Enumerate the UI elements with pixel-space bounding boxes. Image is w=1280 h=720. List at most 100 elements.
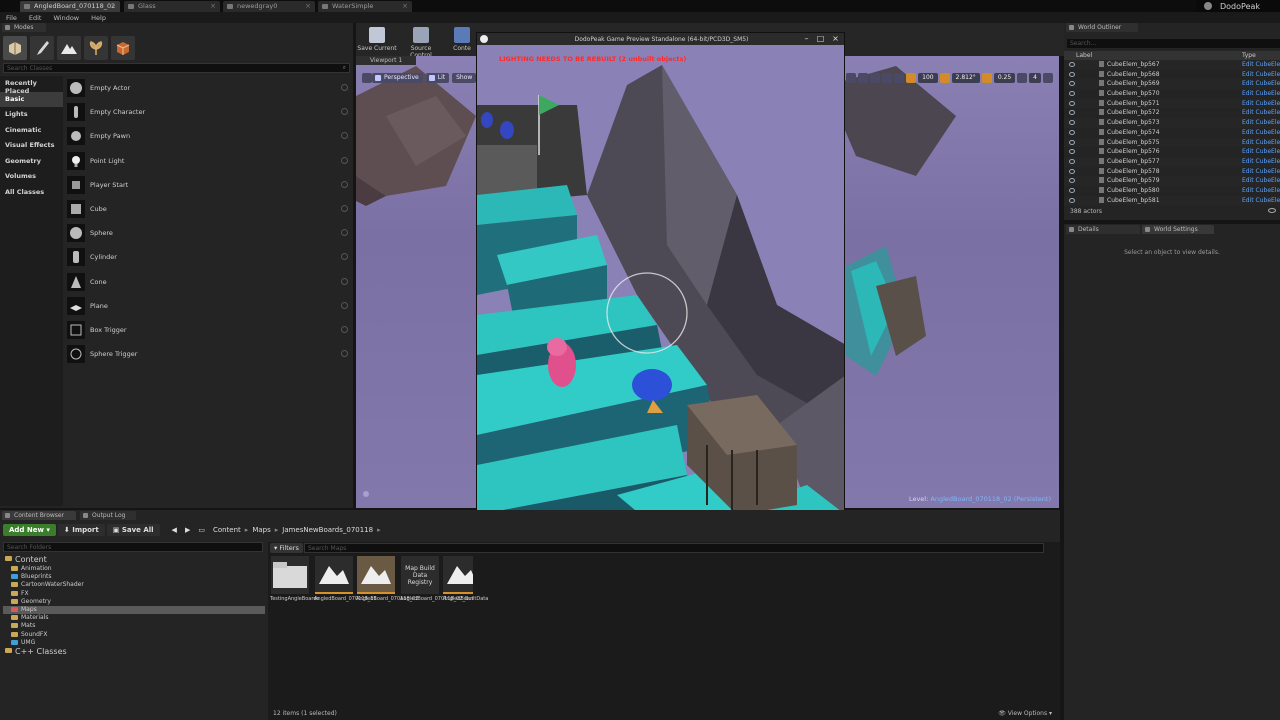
place-box-trigger[interactable]: Box Trigger bbox=[64, 318, 353, 342]
source-control-button[interactable]: Source Control bbox=[400, 25, 442, 59]
category-recently-placed[interactable]: Recently Placed bbox=[0, 76, 63, 95]
assets-search-input[interactable]: Search Maps bbox=[304, 543, 1044, 553]
eye-icon[interactable] bbox=[1069, 110, 1075, 116]
folder-tree-item[interactable]: SoundFX bbox=[3, 631, 265, 639]
save-all-button[interactable]: ▣ Save All bbox=[106, 523, 160, 536]
place-player-start[interactable]: Player Start bbox=[64, 173, 353, 197]
eye-icon[interactable] bbox=[1069, 91, 1075, 97]
asset-map-0[interactable]: AngledBoard_070118_0 bbox=[443, 556, 473, 616]
menu-window[interactable]: Window bbox=[47, 12, 85, 23]
place-empty-actor[interactable]: Empty Actor bbox=[64, 76, 353, 100]
outliner-search-input[interactable]: Search... bbox=[1067, 39, 1280, 48]
breadcrumb-content[interactable]: Content bbox=[209, 526, 245, 534]
tab-world-outliner[interactable]: World Outliner bbox=[1066, 23, 1138, 32]
help-icon[interactable] bbox=[341, 108, 348, 116]
category-all-classes[interactable]: All Classes bbox=[0, 185, 63, 201]
eye-icon[interactable] bbox=[1069, 129, 1075, 135]
asset-map-02[interactable]: AngledBoard_070118_02 bbox=[356, 556, 419, 616]
world-local-icon[interactable] bbox=[882, 73, 893, 83]
paint-mode-button[interactable] bbox=[30, 36, 54, 60]
close-icon[interactable]: × bbox=[110, 2, 116, 10]
save-current-button[interactable]: Save Current bbox=[356, 25, 398, 55]
menu-help[interactable]: Help bbox=[85, 12, 112, 23]
folder-search-input[interactable]: Search Folders bbox=[3, 542, 263, 552]
outliner-row[interactable]: CubeElem_bp568 Edit CubeEle bbox=[1064, 70, 1280, 80]
surface-snap-icon[interactable] bbox=[894, 73, 905, 83]
back-icon[interactable]: ◀ bbox=[168, 526, 181, 534]
folder-tree-item[interactable]: Animation bbox=[3, 565, 265, 573]
folder-tree-item[interactable]: Geometry bbox=[3, 598, 265, 606]
rotate-icon[interactable] bbox=[858, 73, 869, 83]
help-icon[interactable] bbox=[341, 277, 348, 285]
outliner-row[interactable]: CubeElem_bp576 Edit CubeEle bbox=[1064, 147, 1280, 157]
outliner-row[interactable]: CubeElem_bp575 Edit CubeEle bbox=[1064, 137, 1280, 148]
import-button[interactable]: ⬇ Import bbox=[57, 523, 105, 536]
tab-content-browser[interactable]: Content Browser bbox=[2, 511, 76, 520]
actor-type-link[interactable]: Edit CubeEle bbox=[1242, 187, 1280, 194]
actor-type-link[interactable]: Edit CubeEle bbox=[1242, 148, 1280, 155]
folder-tree-item[interactable]: Materials bbox=[3, 614, 265, 622]
add-new-button[interactable]: Add New ▾ bbox=[3, 523, 56, 536]
actor-type-link[interactable]: Edit CubeEle bbox=[1242, 90, 1280, 97]
tab-glass[interactable]: Glass × bbox=[124, 1, 220, 12]
class-search-input[interactable]: Search Classes ⌕ bbox=[3, 63, 350, 73]
place-plane[interactable]: Plane bbox=[64, 294, 353, 318]
breadcrumb-maps[interactable]: Maps bbox=[248, 526, 274, 534]
eye-icon[interactable] bbox=[1069, 81, 1075, 87]
rotation-snap-icon[interactable] bbox=[939, 73, 950, 83]
lit-button[interactable]: Lit bbox=[425, 73, 450, 83]
filters-button[interactable]: ▾ Filters bbox=[270, 543, 303, 553]
place-sphere-trigger[interactable]: Sphere Trigger bbox=[64, 342, 353, 366]
folder-tree-item[interactable]: Blueprints bbox=[3, 573, 265, 581]
actor-type-link[interactable]: Edit CubeEle bbox=[1242, 168, 1280, 175]
rotation-snap-value[interactable]: 2.812° bbox=[951, 73, 980, 83]
maximize-icon[interactable]: □ bbox=[815, 34, 826, 44]
outliner-row[interactable]: CubeElem_bp579 Edit CubeEle bbox=[1064, 176, 1280, 186]
actor-type-link[interactable]: Edit CubeEle bbox=[1242, 158, 1280, 165]
asset-builtdata[interactable]: Map Build Data Registry AngledBoard_0701… bbox=[400, 556, 488, 616]
content-button[interactable]: Conte bbox=[450, 25, 474, 55]
outliner-row[interactable]: CubeElem_bp580 Edit CubeEle bbox=[1064, 186, 1280, 196]
place-cone[interactable]: Cone bbox=[64, 270, 353, 294]
tab-details[interactable]: Details bbox=[1066, 225, 1140, 234]
outliner-row[interactable]: CubeElem_bp578 Edit CubeEle bbox=[1064, 167, 1280, 177]
eye-icon[interactable] bbox=[1069, 187, 1075, 193]
minimize-icon[interactable]: – bbox=[801, 34, 812, 44]
folder-tree-item[interactable]: Maps bbox=[3, 605, 265, 615]
camera-speed-icon[interactable] bbox=[1017, 73, 1028, 83]
scale-snap-value[interactable]: 0.25 bbox=[993, 73, 1016, 83]
camera-speed-value[interactable]: 4 bbox=[1029, 73, 1041, 83]
eye-icon[interactable] bbox=[1268, 208, 1276, 213]
eye-icon[interactable] bbox=[1069, 139, 1075, 145]
asset-map-11[interactable]: AngledBoard_070118_11 bbox=[314, 556, 377, 616]
folder-tree-item[interactable]: Mats bbox=[3, 622, 265, 630]
category-lights[interactable]: Lights bbox=[0, 107, 63, 123]
menu-edit[interactable]: Edit bbox=[23, 12, 48, 23]
actor-type-link[interactable]: Edit CubeEle bbox=[1242, 80, 1280, 87]
help-icon[interactable] bbox=[341, 84, 348, 91]
outliner-row[interactable]: CubeElem_bp567 Edit CubeEle bbox=[1064, 60, 1280, 70]
place-empty-character[interactable]: Empty Character bbox=[64, 100, 353, 124]
eye-icon[interactable] bbox=[1069, 62, 1075, 67]
outliner-row[interactable]: CubeElem_bp572 Edit CubeEle bbox=[1064, 108, 1280, 118]
maximize-viewport-icon[interactable] bbox=[1043, 73, 1053, 83]
tab-output-log[interactable]: Output Log bbox=[80, 511, 136, 520]
outliner-row[interactable]: CubeElem_bp574 Edit CubeEle bbox=[1064, 128, 1280, 138]
foliage-mode-button[interactable] bbox=[84, 36, 108, 60]
view-options-button[interactable]: 👁 View Options ▾ bbox=[998, 710, 1052, 717]
outliner-row[interactable]: CubeElem_bp577 Edit CubeEle bbox=[1064, 156, 1280, 167]
close-icon[interactable]: × bbox=[830, 34, 841, 44]
folder-tree-item[interactable]: UMG bbox=[3, 639, 265, 647]
eye-icon[interactable] bbox=[1069, 149, 1075, 155]
outliner-row[interactable]: CubeElem_bp570 Edit CubeEle bbox=[1064, 89, 1280, 99]
translate-icon[interactable] bbox=[846, 73, 857, 83]
perspective-button[interactable]: Perspective bbox=[372, 73, 423, 83]
help-icon[interactable] bbox=[341, 204, 348, 212]
eye-icon[interactable] bbox=[1069, 120, 1075, 126]
menu-file[interactable]: File bbox=[0, 12, 23, 23]
folder-tree-item[interactable]: Content bbox=[3, 555, 265, 565]
tab-viewport[interactable]: Viewport 1 bbox=[356, 56, 416, 65]
close-icon[interactable]: × bbox=[305, 2, 311, 10]
eye-icon[interactable] bbox=[1069, 71, 1075, 77]
actor-type-link[interactable]: Edit CubeEle bbox=[1242, 119, 1280, 126]
